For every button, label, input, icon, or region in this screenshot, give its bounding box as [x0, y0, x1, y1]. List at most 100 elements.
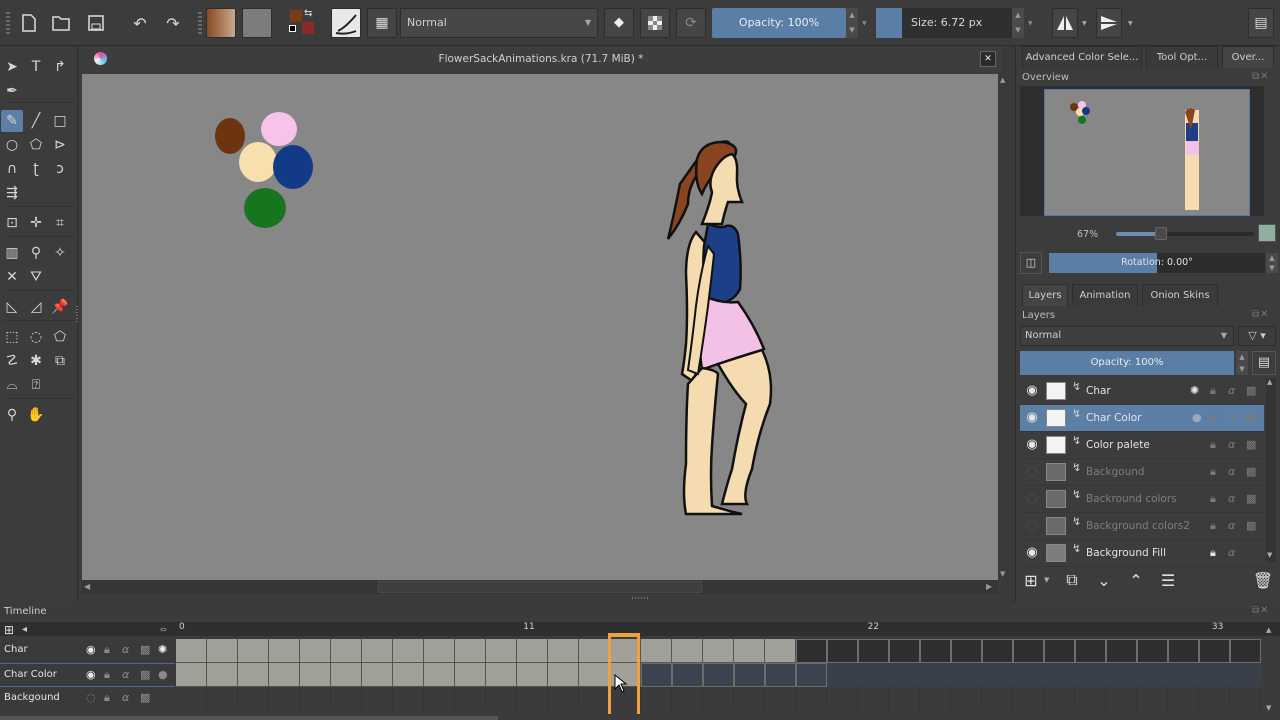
timeline-frame-cell[interactable] [1168, 663, 1199, 687]
timeline-frame-cell[interactable] [1199, 687, 1230, 711]
timeline-frame-cell[interactable] [331, 663, 362, 687]
timeline-frame-cell[interactable] [1168, 687, 1199, 711]
lock-icon[interactable]: 🔒︎ [1210, 465, 1216, 479]
timeline-frame-cell[interactable] [300, 687, 331, 711]
overview-viewport[interactable] [1044, 89, 1250, 216]
timeline-frame-cell[interactable] [238, 663, 269, 687]
tool-similar-select-icon[interactable]: ⧉ [49, 350, 71, 372]
tool-reference-pin-icon[interactable]: 📌 [49, 296, 71, 318]
timeline-frame-cell[interactable] [1044, 663, 1075, 687]
lock-icon[interactable]: 🔒︎ [1210, 438, 1216, 452]
timeline-frame-cell[interactable] [765, 663, 796, 687]
eye-open-icon[interactable]: ◉ [1024, 545, 1040, 561]
tool-multibrush-icon[interactable]: ⇶ [1, 182, 23, 204]
timeline-frame-cell[interactable] [300, 639, 331, 663]
alpha-lock-icon[interactable]: α [122, 691, 129, 704]
timeline-frame-cell[interactable] [517, 639, 548, 663]
rotation-slider[interactable]: Rotation: 0.00° [1049, 253, 1265, 273]
float-close-icons[interactable]: ⧉✕ [1252, 71, 1270, 82]
overview-preview[interactable] [1020, 86, 1264, 216]
window-menu-icon[interactable]: ▤ [1248, 8, 1274, 38]
timeline-frame-cell[interactable] [1230, 639, 1261, 663]
timeline-frame-cell[interactable] [951, 639, 982, 663]
inherit-alpha-icon[interactable]: ▩ [1246, 438, 1256, 451]
inherit-alpha-icon[interactable]: ▩ [1246, 384, 1256, 397]
timeline-frame-cell[interactable] [889, 663, 920, 687]
timeline-frame-cell[interactable] [796, 663, 827, 687]
tool-transform-icon[interactable]: ⊡ [1, 212, 23, 234]
size-spinner[interactable]: ▲ ▼ [1012, 8, 1024, 38]
open-document-icon[interactable] [48, 10, 74, 36]
timeline-frame-cell[interactable] [827, 639, 858, 663]
timeline-frame-cell[interactable] [796, 687, 827, 711]
toolbar-grip[interactable] [198, 12, 202, 34]
timeline-frame-cell[interactable] [486, 639, 517, 663]
layer-row[interactable]: ◉ ↯ Color palete 🔒︎ α ▩ [1020, 432, 1264, 459]
alpha-lock-icon[interactable]: α [1228, 438, 1235, 451]
duplicate-layer-icon[interactable]: ⧉ [1060, 568, 1084, 592]
timeline-frame-cell[interactable] [734, 639, 765, 663]
timeline-frame-cell[interactable] [579, 687, 610, 711]
timeline-horizontal-scrollbar[interactable] [0, 716, 498, 720]
timeline-frame-cell[interactable] [331, 639, 362, 663]
timeline-frame-cell[interactable] [486, 663, 517, 687]
timeline-frame-cell[interactable] [982, 639, 1013, 663]
inherit-alpha-icon[interactable]: ▩ [1246, 519, 1256, 532]
timeline-frame-cell[interactable] [858, 639, 889, 663]
timeline-frame-cell[interactable] [796, 639, 827, 663]
timeline-frame-cell[interactable] [951, 687, 982, 711]
timeline-frame-cell[interactable] [1199, 663, 1230, 687]
layer-row[interactable]: ◌ ↯ Backround colors 🔒︎ α ▩ [1020, 486, 1264, 513]
tool-polygon-icon[interactable]: ⬠ [25, 134, 47, 156]
eye-open-icon[interactable]: ◉ [86, 668, 96, 681]
scroll-left-icon[interactable]: ◀ [84, 582, 90, 591]
timeline-frame-cell[interactable] [703, 663, 734, 687]
timeline-frame-cell[interactable] [1044, 639, 1075, 663]
scroll-up-icon[interactable]: ▲ [1266, 626, 1271, 634]
timeline-frame-cell[interactable] [951, 663, 982, 687]
timeline-frame-cell[interactable] [269, 639, 300, 663]
timeline-frame-cell[interactable] [362, 687, 393, 711]
onion-skin-icon[interactable]: ✺ [158, 643, 167, 656]
timeline-frame-cell[interactable] [641, 639, 672, 663]
tab-layers[interactable]: Layers [1022, 284, 1068, 306]
timeline-frame-cell[interactable] [1137, 687, 1168, 711]
scrollbar-thumb[interactable] [378, 581, 702, 593]
tool-ellipse-select-icon[interactable]: ◌ [25, 326, 47, 348]
alpha-lock-icon[interactable]: α [1228, 411, 1235, 424]
timeline-frame-cell[interactable] [889, 687, 920, 711]
tool-fill-icon[interactable]: ⛛ [25, 266, 47, 288]
tool-text-icon[interactable]: T [25, 56, 47, 78]
zoom-slider-handle[interactable] [1155, 227, 1168, 240]
mirror-horizontal-button[interactable] [1052, 8, 1078, 38]
timeline-frame-cell[interactable] [982, 687, 1013, 711]
timeline-frame-cell[interactable] [734, 663, 765, 687]
mirror-view-icon[interactable]: ◫ [1020, 252, 1042, 274]
layer-properties-icon[interactable]: ▤ [1252, 351, 1276, 375]
timeline-frame-cell[interactable] [207, 639, 238, 663]
timeline-frame-cell[interactable] [1044, 687, 1075, 711]
float-close-icons[interactable]: ⧉✕ [1252, 605, 1270, 616]
reset-colors-icon[interactable] [289, 25, 296, 32]
eye-open-icon[interactable]: ◉ [1024, 383, 1040, 399]
tool-freehand-brush-icon[interactable]: ✎ [1, 110, 23, 132]
tab-animation[interactable]: Animation [1072, 284, 1138, 306]
chevron-down-icon[interactable]: ▼ [1128, 20, 1133, 27]
tool-dynamic-brush-icon[interactable]: ↄ [49, 158, 71, 180]
timeline-layer-header[interactable]: Char Color ◉ 🔒︎ α ▩ ● [0, 663, 175, 687]
chevron-down-icon[interactable]: ▼ [1082, 20, 1087, 27]
timeline-frame-cell[interactable] [827, 663, 858, 687]
redo-icon[interactable]: ↷ [160, 10, 186, 36]
timeline-frame-cell[interactable] [1230, 663, 1261, 687]
tool-calligraphy-icon[interactable]: ✒ [1, 80, 23, 102]
timeline-frame-cell[interactable] [269, 663, 300, 687]
layer-row[interactable]: ◌ ↯ Backgound 🔒︎ α ▩ [1020, 459, 1264, 486]
inherit-alpha-icon[interactable]: ▩ [140, 643, 150, 656]
toolbar-grip[interactable] [6, 12, 10, 34]
save-document-icon[interactable] [83, 10, 109, 36]
brush-preset-button[interactable] [331, 8, 361, 38]
timeline-frame-cell[interactable] [300, 663, 331, 687]
timeline-frame-cell[interactable] [238, 639, 269, 663]
workspace-icon[interactable]: ▦ [367, 8, 397, 38]
alpha-lock-icon[interactable]: α [1228, 384, 1235, 397]
